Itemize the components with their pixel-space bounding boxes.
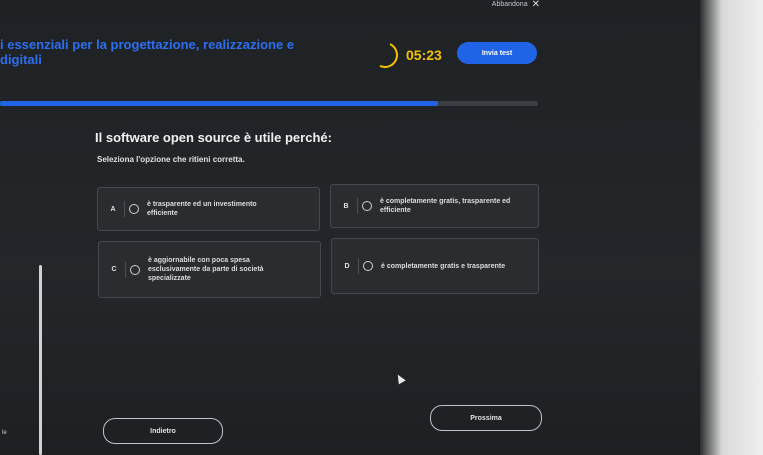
option-c[interactable]: C è aggiornabile con poca spesa esclusiv…: [98, 241, 321, 298]
course-title-line2: digitali: [0, 52, 42, 67]
option-d[interactable]: D è completamente gratis e trasparente: [331, 238, 539, 294]
option-letter: C: [111, 266, 117, 273]
option-text: è completamente gratis, trasparente ed e…: [380, 198, 511, 214]
question-text: Il software open source è utile perché:: [95, 130, 332, 145]
abandon-label: Abbandona: [491, 1, 528, 8]
option-divider: [358, 258, 359, 274]
course-title: i essenziali per la progettazione, reali…: [0, 37, 360, 67]
radio-icon[interactable]: [129, 204, 139, 214]
mouse-cursor-icon: [394, 372, 406, 385]
top-bar: Abbandona ✕: [0, 0, 700, 10]
option-a[interactable]: A è trasparente ed un investimento effic…: [97, 187, 320, 231]
submit-test-button[interactable]: Invia test: [457, 42, 537, 64]
option-b[interactable]: B è completamente gratis, trasparente ed…: [330, 184, 539, 228]
timer: 05:23: [368, 38, 442, 72]
abandon-link[interactable]: Abbandona ✕: [491, 0, 540, 10]
option-letter: A: [110, 205, 116, 213]
course-title-line1: i essenziali per la progettazione, reali…: [0, 37, 295, 52]
progress-bar: [0, 101, 538, 106]
option-divider: [124, 201, 125, 217]
option-text: è aggiornabile con poca spesa esclusivam…: [148, 257, 264, 282]
option-divider: [357, 198, 358, 214]
edge-label: le: [2, 430, 7, 436]
timer-ring-icon: [368, 38, 402, 72]
timer-text: 05:23: [406, 47, 442, 63]
option-divider: [125, 261, 126, 278]
option-text: è completamente gratis e trasparente: [381, 262, 506, 270]
option-text: è trasparente ed un investimento efficie…: [147, 201, 257, 217]
app-screen: Abbandona ✕ i essenziali per la progetta…: [0, 0, 700, 455]
progress-bar-fill: [0, 101, 439, 106]
question-instruction: Seleziona l'opzione che ritieni corretta…: [97, 155, 245, 164]
option-letter: B: [343, 202, 349, 210]
radio-icon[interactable]: [130, 264, 140, 275]
radio-icon[interactable]: [363, 261, 373, 271]
radio-icon[interactable]: [362, 201, 372, 211]
scrollbar[interactable]: [39, 265, 42, 455]
back-button[interactable]: Indietro: [103, 418, 223, 444]
option-letter: D: [344, 262, 350, 270]
next-button[interactable]: Prossima: [430, 405, 542, 431]
monitor-bezel: [700, 0, 763, 455]
close-icon[interactable]: ✕: [532, 0, 540, 10]
